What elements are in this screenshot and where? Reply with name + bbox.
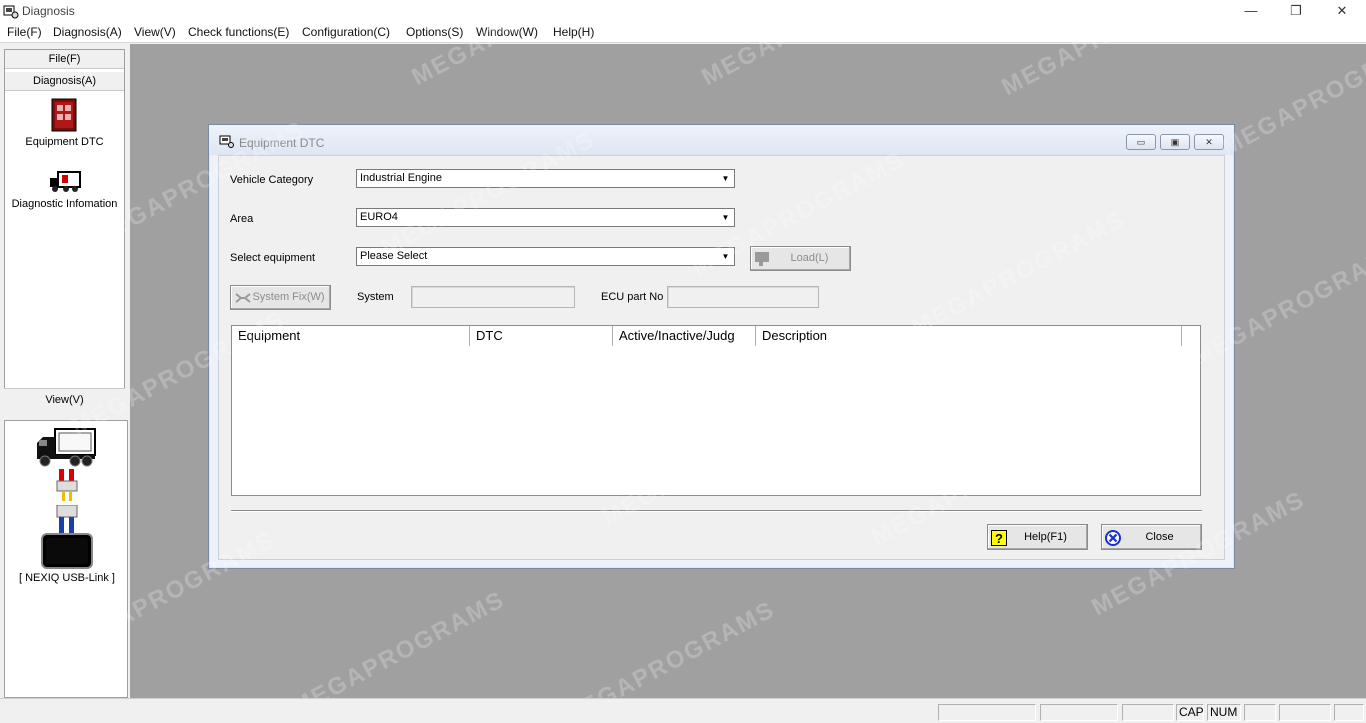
table-header: Equipment DTC Active/Inactive/Judg Descr… — [232, 326, 1200, 346]
restore-button[interactable]: ❐ — [1273, 0, 1319, 23]
select-equipment-select[interactable]: Please Select ▼ — [356, 247, 735, 266]
window-title: Diagnosis — [22, 4, 75, 18]
close-window-button[interactable]: ✕ — [1319, 0, 1365, 23]
tool-label: Diagnostic Infomation — [11, 198, 118, 210]
column-equipment[interactable]: Equipment — [232, 326, 470, 346]
dialog-close-button[interactable]: ✕ — [1194, 134, 1224, 150]
dialog-title-bar: Equipment DTC ▭ ▣ ✕ — [209, 125, 1234, 155]
column-dtc[interactable]: DTC — [470, 326, 613, 346]
status-pane — [1122, 704, 1174, 721]
chevron-down-icon: ▼ — [721, 252, 730, 261]
help-button-label: Help(F1) — [1024, 531, 1067, 543]
tool-equipment-dtc[interactable]: Equipment DTC — [5, 98, 124, 148]
ecu-part-no-label: ECU part No — [601, 291, 664, 303]
select-equipment-label: Select equipment — [230, 252, 315, 264]
minimize-button[interactable]: — — [1228, 0, 1274, 23]
load-button[interactable]: Load(L) — [750, 246, 851, 271]
system-fix-button[interactable]: System Fix(W) — [230, 285, 331, 310]
tool-diagnostic-information[interactable]: Diagnostic Infomation — [5, 170, 124, 210]
status-num: NUM — [1207, 704, 1241, 721]
select-equipment-value: Please Select — [360, 250, 428, 262]
area-value: EURO4 — [360, 211, 398, 223]
tool-panel: File(F) Diagnosis(A) Equipment DTC Diagn… — [4, 49, 125, 410]
area-label: Area — [230, 213, 254, 225]
system-label: System — [357, 291, 394, 303]
dialog-title: Equipment DTC — [239, 136, 325, 150]
chevron-down-icon: ▼ — [721, 174, 730, 183]
title-bar: Diagnosis — ❐ ✕ — [0, 0, 1366, 23]
menu-file[interactable]: File(F) — [7, 25, 42, 39]
column-active-inactive-judg[interactable]: Active/Inactive/Judg — [613, 326, 756, 346]
wrench-icon — [235, 293, 251, 303]
status-pane — [1244, 704, 1276, 721]
close-button-label: Close — [1145, 531, 1174, 543]
diagnostic-info-icon — [49, 171, 81, 192]
menu-view[interactable]: View(V) — [134, 25, 176, 39]
truck-icon — [37, 428, 96, 467]
svg-text:?: ? — [995, 531, 1003, 546]
column-description[interactable]: Description — [756, 326, 1182, 346]
area-select[interactable]: EURO4 ▼ — [356, 208, 735, 227]
menu-configuration[interactable]: Configuration(C) — [302, 25, 390, 39]
status-bar: CAP NUM — [0, 698, 1366, 723]
cable-connector-icon — [56, 469, 78, 501]
load-button-label: Load(L) — [790, 252, 829, 264]
system-field — [411, 286, 575, 308]
help-button[interactable]: ? Help(F1) — [987, 524, 1088, 550]
close-button[interactable]: Close — [1101, 524, 1202, 550]
usb-connector-icon — [56, 505, 78, 533]
device-panel: [ NEXIQ USB-Link ] — [4, 420, 128, 698]
dialog-app-icon — [219, 135, 234, 148]
menu-help[interactable]: Help(H) — [553, 25, 594, 39]
menu-diagnosis[interactable]: Diagnosis(A) — [53, 25, 122, 39]
chevron-down-icon: ▼ — [721, 213, 730, 222]
dialog-maximize-button[interactable]: ▣ — [1160, 134, 1190, 150]
menu-bar: File(F) Diagnosis(A) View(V) Check funct… — [0, 23, 1366, 43]
equipment-dtc-dialog: Equipment DTC ▭ ▣ ✕ Vehicle Category Ind… — [208, 124, 1235, 569]
close-icon — [1105, 530, 1121, 546]
left-panel: File(F) Diagnosis(A) Equipment DTC Diagn… — [0, 44, 130, 698]
status-pane — [938, 704, 1036, 721]
dialog-minimize-button[interactable]: ▭ — [1126, 134, 1156, 150]
bottom-separator — [231, 510, 1202, 512]
status-pane — [1040, 704, 1118, 721]
dialog-body: Vehicle Category Industrial Engine ▼ Are… — [218, 155, 1225, 560]
dtc-table[interactable]: Equipment DTC Active/Inactive/Judg Descr… — [231, 325, 1201, 496]
help-icon: ? — [991, 530, 1007, 546]
load-icon — [755, 252, 769, 266]
column-filler — [1182, 326, 1200, 346]
menu-options[interactable]: Options(S) — [406, 25, 463, 39]
panel-diagnosis-button[interactable]: Diagnosis(A) — [5, 72, 124, 91]
menu-window[interactable]: Window(W) — [476, 25, 538, 39]
equipment-dtc-icon — [51, 98, 76, 132]
system-fix-button-label: System Fix(W) — [252, 291, 325, 303]
device-label: [ NEXIQ USB-Link ] — [19, 572, 115, 584]
menu-check-functions[interactable]: Check functions(E) — [188, 25, 289, 39]
panel-file-button[interactable]: File(F) — [5, 50, 124, 69]
tool-label: Equipment DTC — [25, 136, 104, 148]
ecu-part-no-field — [667, 286, 819, 308]
status-cap: CAP — [1176, 704, 1204, 721]
panel-view-button[interactable]: View(V) — [4, 388, 125, 410]
nexiq-device-icon — [41, 533, 93, 569]
vehicle-category-value: Industrial Engine — [360, 172, 442, 184]
app-icon — [3, 5, 19, 19]
vehicle-category-label: Vehicle Category — [230, 174, 314, 186]
status-pane — [1334, 704, 1364, 721]
status-pane — [1279, 704, 1331, 721]
vehicle-category-select[interactable]: Industrial Engine ▼ — [356, 169, 735, 188]
